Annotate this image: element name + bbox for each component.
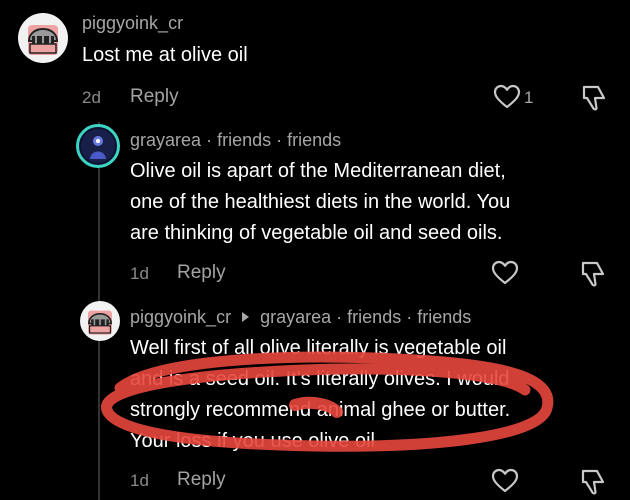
caret-right-icon: [242, 312, 250, 322]
reply-to-username[interactable]: grayarea: [260, 307, 331, 327]
comment-text: Lost me at olive oil: [82, 44, 248, 66]
comment-line: one of the healthiest diets in the world…: [130, 191, 511, 213]
avatar[interactable]: [80, 301, 120, 341]
heart-icon[interactable]: [491, 260, 519, 286]
like-count: 1: [524, 88, 534, 107]
thumbs-down-icon[interactable]: [581, 84, 607, 112]
friends-tag: friends: [287, 130, 342, 150]
comment-line: strongly recommend animal ghee or butter…: [130, 399, 511, 421]
comment-age: 1d: [130, 471, 149, 490]
separator-dot: ·: [276, 130, 283, 150]
thumbs-down-icon[interactable]: [580, 468, 606, 496]
friends-tag: friends: [217, 130, 272, 150]
comment-header: piggyoink_cr grayarea · friends · friend…: [130, 307, 471, 328]
character-avatar-icon: [81, 129, 115, 163]
knight-avatar-icon: [27, 25, 59, 55]
reply-button[interactable]: Reply: [177, 469, 226, 491]
comment-age: 1d: [130, 264, 149, 283]
comment-line: Olive oil is apart of the Mediterranean …: [130, 160, 506, 182]
comment-username[interactable]: piggyoink_cr: [130, 307, 231, 327]
knight-avatar-icon: [87, 310, 113, 335]
avatar[interactable]: [76, 124, 120, 168]
avatar[interactable]: [18, 13, 68, 63]
friends-tag: friends: [417, 307, 472, 327]
reply-button[interactable]: Reply: [130, 86, 179, 108]
comment-age: 2d: [82, 88, 101, 107]
heart-icon[interactable]: [491, 468, 519, 494]
separator-dot: ·: [336, 307, 343, 327]
separator-dot: ·: [406, 307, 413, 327]
comment-line: and is a seed oil. It's literally olives…: [130, 368, 510, 390]
friends-tag: friends: [347, 307, 402, 327]
comment-text: Well first of all olive literally is veg…: [130, 333, 510, 457]
separator-dot: ·: [206, 130, 213, 150]
comment-line: are thinking of vegetable oil and seed o…: [130, 222, 503, 244]
thumbs-down-icon[interactable]: [580, 260, 606, 288]
comment-header: grayarea · friends · friends: [130, 130, 341, 151]
comment-line: Your loss if you use olive oil: [130, 430, 375, 452]
comment-username[interactable]: piggyoink_cr: [82, 13, 183, 34]
heart-icon[interactable]: [493, 84, 521, 110]
comment-username[interactable]: grayarea: [130, 130, 201, 150]
comment-line: Well first of all olive literally is veg…: [130, 337, 507, 359]
comment-text: Olive oil is apart of the Mediterranean …: [130, 156, 510, 249]
reply-button[interactable]: Reply: [177, 262, 226, 284]
